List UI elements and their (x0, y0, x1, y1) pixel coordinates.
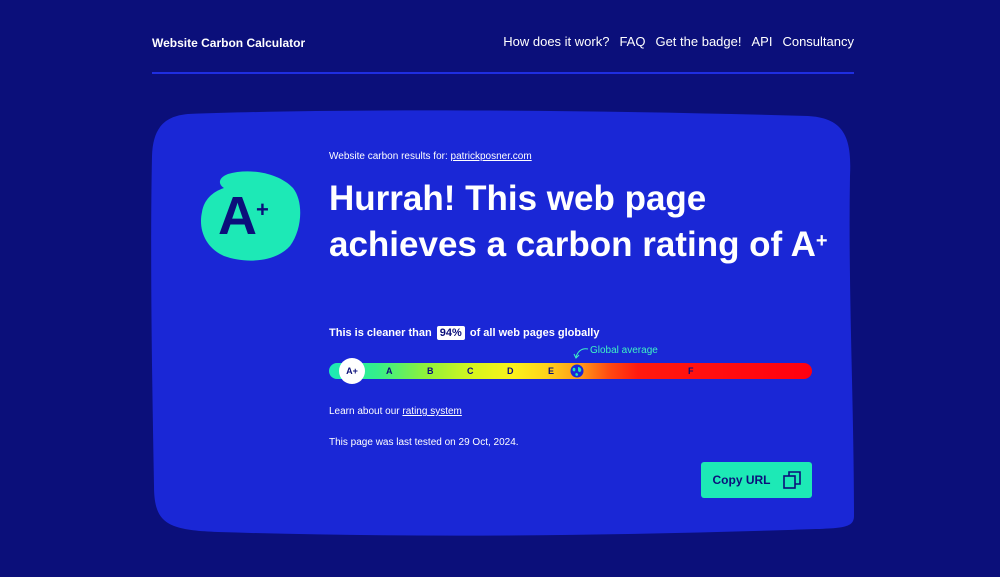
scale-label-f: F (688, 366, 694, 376)
results-for: Website carbon results for: patrickposne… (329, 151, 532, 162)
copy-icon (782, 471, 801, 489)
nav-api[interactable]: API (751, 34, 772, 49)
rating-system-link[interactable]: rating system (402, 406, 461, 417)
brand-link[interactable]: Website Carbon Calculator (152, 36, 305, 50)
results-for-label: Website carbon results for: (329, 151, 448, 162)
copy-url-label: Copy URL (712, 473, 771, 487)
result-url-link[interactable]: patrickposner.com (451, 151, 532, 162)
main-nav: How does it work? FAQ Get the badge! API… (503, 34, 854, 49)
grade-rating: A+ (218, 186, 269, 246)
cleaner-statement: This is cleaner than 94% of all web page… (329, 326, 600, 340)
copy-url-button[interactable]: Copy URL (701, 462, 812, 498)
curved-arrow-icon (573, 348, 589, 359)
nav-consultancy[interactable]: Consultancy (782, 34, 854, 49)
current-rating-marker: A+ (339, 358, 365, 384)
cleaner-percent-badge: 94% (436, 326, 465, 340)
nav-faq[interactable]: FAQ (619, 34, 645, 49)
nav-get-badge[interactable]: Get the badge! (655, 34, 741, 49)
scale-label-c: C (467, 366, 474, 376)
globe-icon (570, 364, 584, 378)
scale-label-d: D (507, 366, 514, 376)
result-headline: Hurrah! This web page achieves a carbon … (329, 179, 828, 264)
scale-label-e: E (548, 366, 555, 376)
learn-rating: Learn about our rating system (329, 406, 462, 417)
nav-how-it-works[interactable]: How does it work? (503, 34, 609, 49)
last-tested: This page was last tested on 29 Oct, 202… (329, 437, 519, 448)
site-header: Website Carbon Calculator How does it wo… (152, 0, 854, 74)
scale-label-b: B (427, 366, 434, 376)
global-average-label: Global average (590, 345, 658, 356)
scale-label-a: A (386, 366, 393, 376)
